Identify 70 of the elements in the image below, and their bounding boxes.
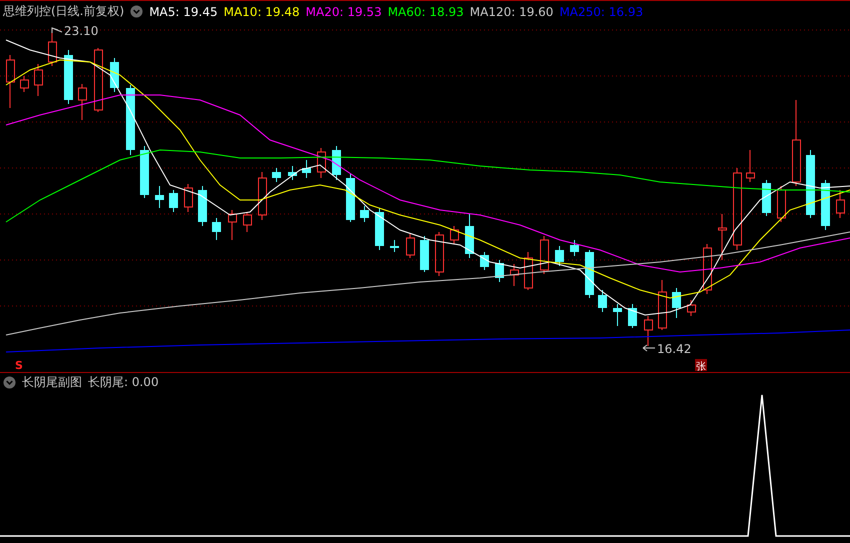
falling-candlestick [302,160,311,178]
falling-candlestick [360,206,369,222]
rising-candlestick [746,150,755,182]
chart-title: 思维列控(日线.前复权) [3,3,124,20]
falling-candlestick [465,214,474,258]
rising-candlestick [510,264,519,286]
falling-candlestick [555,246,564,266]
rising-candlestick [317,148,326,178]
rising-candlestick [658,280,667,330]
falling-candlestick [480,252,489,270]
rising-candlestick [20,76,29,92]
event-marker: 张 [695,359,707,372]
falling-candlestick [613,304,622,326]
falling-candlestick [288,166,297,180]
rising-candlestick [34,64,43,96]
rising-candlestick [687,300,696,316]
falling-candlestick [140,146,149,198]
moving-average-label: MA10: 19.48 [224,4,300,18]
dropdown-icon[interactable] [3,376,16,389]
indicator-title: 长阴尾副图 [22,374,82,391]
falling-candlestick [821,180,830,230]
falling-candlestick [272,168,281,182]
rising-candlestick [6,54,15,108]
high-price-pointer [52,27,62,34]
falling-candlestick [495,260,504,282]
low-price-pointer [642,344,656,352]
falling-candlestick [628,304,637,328]
rising-candlestick [836,190,845,218]
falling-candlestick [598,290,607,312]
indicator-reading: 长阴尾: 0.00 [88,374,159,391]
falling-candlestick [390,240,399,252]
signal-marker: S [15,359,23,372]
moving-average-label: MA60: 18.93 [388,4,464,18]
rising-candlestick [703,244,712,294]
rising-candlestick [78,84,87,120]
moving-average-label: MA5: 19.45 [149,4,218,18]
falling-candlestick [126,84,135,156]
high-price-label: 23.10 [64,24,98,38]
falling-candlestick [64,50,73,104]
rising-candlestick [228,210,237,240]
falling-candlestick [346,174,355,222]
rising-candlestick [258,172,267,220]
rising-candlestick [184,184,193,212]
rising-candlestick [435,232,444,276]
falling-candlestick [169,190,178,212]
rising-candlestick [243,212,252,232]
moving-average-label: MA250: 16.93 [559,4,644,18]
falling-candlestick [806,150,815,218]
falling-candlestick [375,208,384,250]
falling-candlestick [420,236,429,272]
falling-candlestick [198,186,207,226]
falling-candlestick [762,180,771,216]
rising-candlestick [524,252,533,290]
rising-candlestick [406,234,415,258]
moving-average-label: MA120: 19.60 [470,4,554,18]
low-price-label: 16.42 [657,342,692,356]
rising-candlestick [450,226,459,244]
falling-candlestick [155,186,164,208]
falling-candlestick [212,218,221,240]
falling-candlestick [332,146,341,180]
rising-candlestick [94,48,103,112]
rising-candlestick [540,236,549,274]
falling-candlestick [585,250,594,298]
moving-average-label: MA20: 19.53 [306,4,382,18]
rising-candlestick [644,316,653,346]
dropdown-icon[interactable] [130,5,144,18]
rising-candlestick [718,214,727,260]
falling-candlestick [570,240,579,256]
falling-candlestick [672,288,681,318]
rising-candlestick [777,186,786,222]
